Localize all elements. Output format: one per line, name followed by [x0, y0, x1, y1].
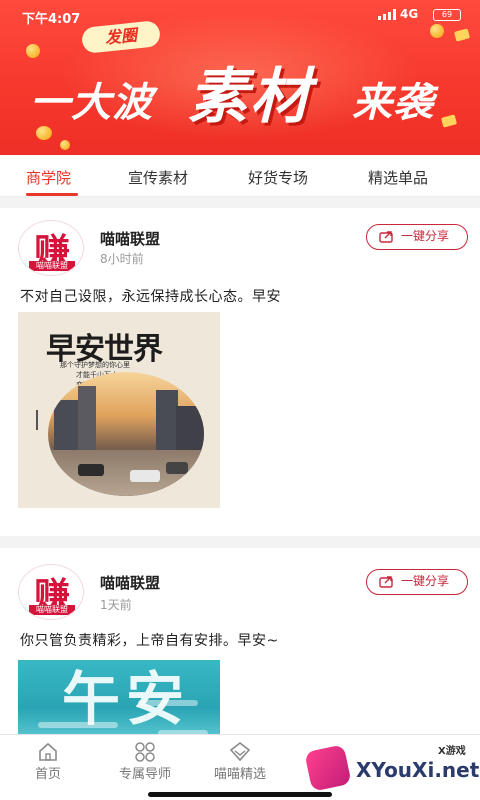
network-type: 4G [400, 7, 419, 21]
nav-label: 专属导师 [118, 767, 171, 782]
post-time: 1天前 [100, 598, 132, 612]
tab-promo-material[interactable]: 宣传素材 [128, 167, 188, 188]
post-image[interactable]: 早安世界 那个守护梦想的你心里 才能千山万水 恋不畏惧 [18, 312, 220, 508]
share-label: 一键分享 [401, 229, 450, 243]
banner-headline: 一大波 素材 来袭 [30, 40, 470, 132]
battery-icon: 69 [433, 9, 461, 21]
watermark: X游戏 XYouXi.net [298, 736, 480, 800]
tab-business-school[interactable]: 商学院 [26, 167, 71, 188]
share-icon [379, 231, 393, 243]
promo-banner[interactable]: 发圈 一大波 素材 来袭 下午4:07 4G 69 [0, 0, 480, 155]
headline-left: 一大波 [30, 80, 153, 126]
status-bar: 下午4:07 4G 69 [0, 0, 480, 30]
watermark-brand: XYouXi.net [356, 758, 480, 782]
nav-mentor[interactable]: 专属导师 [110, 735, 180, 800]
share-icon [379, 576, 393, 588]
wave-decoration [138, 700, 198, 706]
user-name[interactable]: 喵喵联盟 [100, 228, 160, 249]
home-icon [39, 742, 57, 761]
share-label: 一键分享 [401, 574, 450, 588]
nav-home[interactable]: 首页 [18, 735, 78, 800]
image-divider [36, 410, 38, 430]
avatar[interactable]: 赚 喵喵联盟 [18, 220, 84, 276]
active-tab-indicator [26, 193, 78, 196]
home-indicator[interactable] [148, 792, 332, 797]
avatar-band: 喵喵联盟 [29, 261, 75, 271]
image-caption-line: 那个守护梦想的你心里 [60, 361, 130, 369]
coin-decoration [36, 126, 52, 140]
nav-label: 喵喵精选 [213, 767, 266, 782]
share-button[interactable]: 一键分享 [366, 224, 468, 250]
status-time: 下午4:07 [22, 12, 81, 27]
tab-good-deals[interactable]: 好货专场 [248, 167, 308, 188]
user-name[interactable]: 喵喵联盟 [100, 572, 160, 593]
nav-label: 首页 [34, 767, 61, 782]
headline-mid: 素材 [188, 62, 312, 132]
diamond-icon [229, 741, 251, 762]
gamepad-logo-icon [304, 744, 352, 792]
share-button[interactable]: 一键分享 [366, 569, 468, 595]
category-tabs: 商学院 宣传素材 好货专场 精选单品 [0, 155, 480, 197]
wave-decoration [38, 722, 118, 728]
post-text: 你只管负责精彩，上帝自有安排。早安~ [20, 633, 279, 649]
post-text: 不对自己设限，永远保持成长心态。早安 [20, 289, 281, 305]
grid-icon [135, 742, 155, 762]
nav-selection[interactable]: 喵喵精选 [205, 735, 275, 800]
headline-right: 来袭 [352, 80, 434, 126]
post-time: 8小时前 [100, 252, 144, 266]
tab-selected-items[interactable]: 精选单品 [368, 167, 428, 188]
signal-icon [378, 9, 396, 20]
avatar[interactable]: 赚 喵喵联盟 [18, 564, 84, 620]
post-image[interactable]: 午安 [18, 660, 220, 740]
coin-decoration [60, 140, 70, 150]
watermark-small: X游戏 [438, 746, 466, 757]
city-photo [48, 372, 204, 496]
avatar-band: 喵喵联盟 [29, 605, 75, 615]
